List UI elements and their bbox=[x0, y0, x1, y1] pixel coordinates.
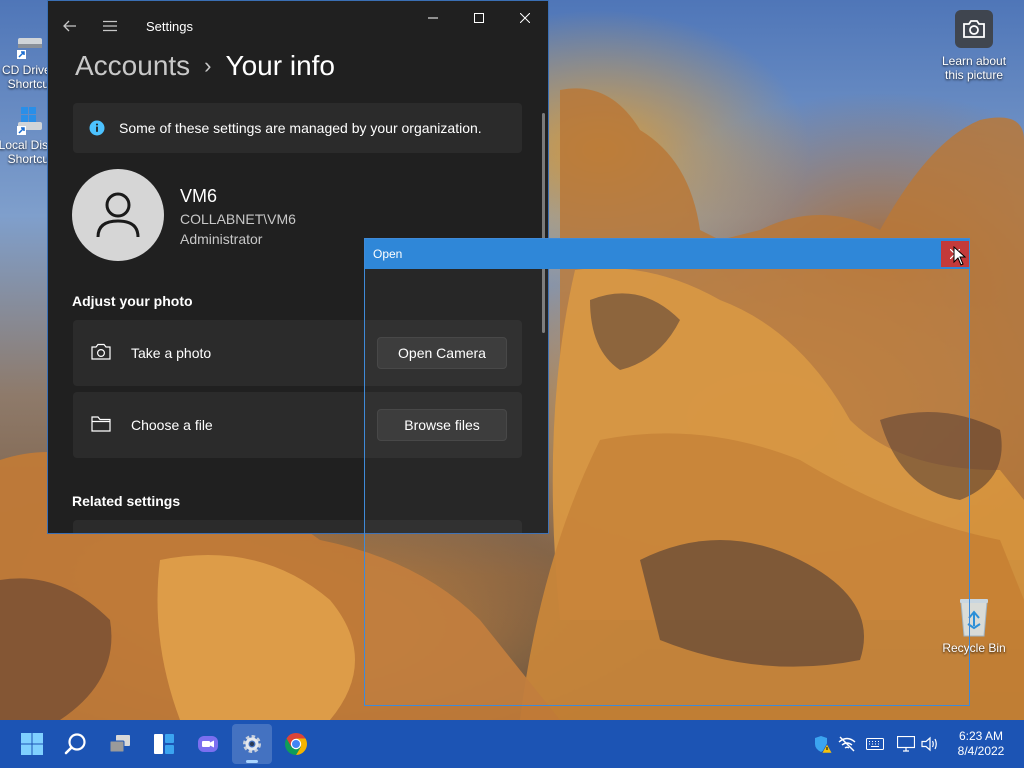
clock-date: 8/4/2022 bbox=[957, 744, 1005, 758]
chat-icon bbox=[198, 736, 218, 752]
local-disk-icon bbox=[15, 105, 45, 135]
settings-icon bbox=[243, 735, 261, 753]
windows-start-icon bbox=[21, 733, 43, 755]
adjust-photo-heading: Adjust your photo bbox=[72, 293, 193, 309]
hamburger-menu-icon bbox=[103, 20, 117, 32]
cd-drive-icon bbox=[15, 30, 45, 60]
windows-security-warning-icon[interactable] bbox=[813, 734, 833, 754]
user-avatar bbox=[72, 169, 164, 261]
back-arrow-icon bbox=[63, 20, 76, 32]
desktop-icon-learn-about-picture[interactable]: Learn about this picture bbox=[934, 10, 1014, 82]
related-settings-heading: Related settings bbox=[72, 493, 181, 509]
taskbar-chat-button[interactable] bbox=[188, 724, 228, 764]
chrome-icon bbox=[285, 733, 307, 755]
organization-managed-banner: Some of these settings are managed by yo… bbox=[73, 103, 522, 153]
open-dialog-body bbox=[365, 269, 969, 705]
window-title: Settings bbox=[146, 19, 193, 34]
widgets-icon bbox=[154, 734, 174, 754]
folder-icon bbox=[91, 416, 111, 432]
take-photo-label: Take a photo bbox=[131, 345, 212, 361]
active-app-indicator bbox=[246, 760, 258, 763]
taskbar-task-view-button[interactable] bbox=[100, 724, 140, 764]
choose-file-label: Choose a file bbox=[131, 417, 213, 433]
back-button[interactable] bbox=[50, 9, 90, 43]
open-file-dialog: Open bbox=[364, 238, 970, 706]
breadcrumb-accounts-link[interactable]: Accounts bbox=[75, 49, 190, 83]
desktop-icon-label: Learn about this picture bbox=[941, 54, 1007, 82]
page-title: Your info bbox=[225, 50, 336, 81]
taskbar-start-button[interactable] bbox=[12, 724, 52, 764]
breadcrumb: Accounts › Your info bbox=[75, 49, 335, 83]
open-dialog-titlebar[interactable]: Open bbox=[365, 239, 969, 269]
task-view-icon bbox=[109, 735, 130, 753]
minimize-button[interactable] bbox=[410, 1, 456, 35]
taskbar-clock[interactable]: 6:23 AM 8/4/2022 bbox=[948, 729, 1014, 759]
maximize-button[interactable] bbox=[456, 1, 502, 35]
person-icon bbox=[96, 192, 140, 238]
taskbar-chrome-button[interactable] bbox=[276, 724, 316, 764]
search-icon bbox=[64, 733, 86, 755]
camera-icon bbox=[91, 343, 111, 360]
minimize-icon bbox=[428, 17, 438, 19]
settings-titlebar[interactable]: Settings bbox=[48, 1, 548, 51]
info-icon bbox=[89, 120, 105, 136]
volume-icon[interactable] bbox=[920, 734, 940, 754]
close-icon bbox=[520, 13, 530, 23]
user-domain: COLLABNET\VM6 bbox=[180, 211, 296, 227]
keyboard-icon[interactable] bbox=[865, 734, 885, 754]
network-disconnected-icon[interactable] bbox=[837, 734, 857, 754]
organization-notice-text: Some of these settings are managed by yo… bbox=[119, 120, 482, 136]
display-icon[interactable] bbox=[896, 734, 916, 754]
user-role: Administrator bbox=[180, 231, 263, 247]
maximize-icon bbox=[474, 13, 484, 23]
mouse-pointer-icon bbox=[953, 246, 967, 266]
user-name: VM6 bbox=[180, 186, 218, 206]
breadcrumb-separator-icon: › bbox=[204, 53, 212, 78]
taskbar: 6:23 AM 8/4/2022 bbox=[0, 720, 1024, 768]
navigation-menu-button[interactable] bbox=[90, 9, 130, 43]
taskbar-widgets-button[interactable] bbox=[144, 724, 184, 764]
taskbar-search-button[interactable] bbox=[56, 724, 96, 764]
taskbar-settings-button[interactable] bbox=[232, 724, 272, 764]
clock-time: 6:23 AM bbox=[958, 729, 1004, 743]
open-dialog-title: Open bbox=[373, 247, 403, 261]
close-button[interactable] bbox=[502, 1, 548, 35]
camera-icon bbox=[955, 10, 993, 48]
